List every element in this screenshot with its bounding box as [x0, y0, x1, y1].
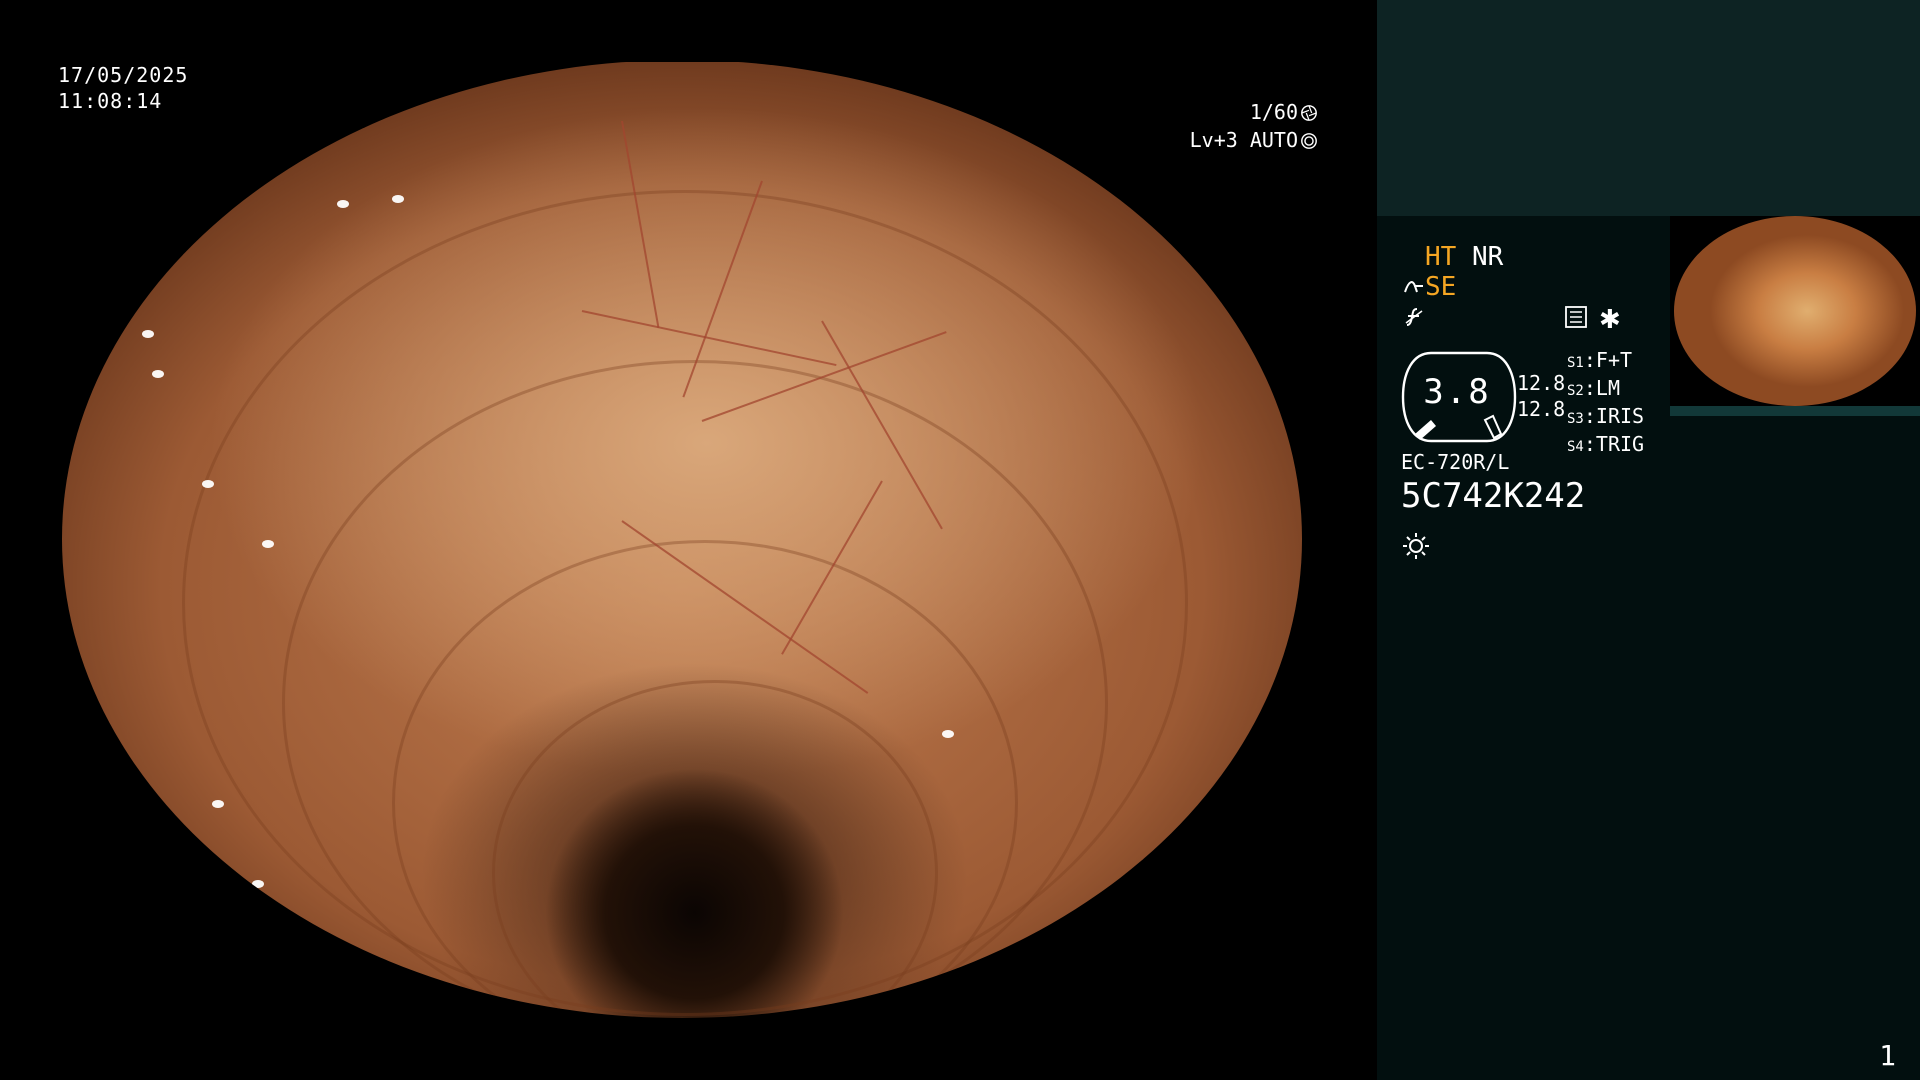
switch-value: IRIS — [1595, 404, 1645, 428]
datetime-overlay: 17/05/2025 11:08:14 — [58, 62, 188, 114]
level-row: Lv+3 AUTO — [1190, 126, 1318, 154]
time-text: 11:08:14 — [58, 89, 163, 113]
light-reflection — [942, 730, 954, 738]
thumbnail-preview[interactable] — [1670, 216, 1920, 416]
light-reflection — [152, 370, 164, 378]
light-reflection — [212, 800, 224, 808]
level-text: Lv+3 AUTO — [1189, 128, 1298, 152]
switch-row: S2:LM — [1567, 376, 1620, 400]
readout-bottom: 12.8 — [1517, 397, 1566, 421]
switch-key: S3 — [1567, 411, 1584, 427]
switch-key: S2 — [1567, 383, 1584, 399]
switch-row: S1:F+T — [1567, 348, 1633, 372]
light-reflection — [142, 330, 154, 338]
page-number: 1 — [1879, 1039, 1896, 1072]
light-reflection — [332, 85, 344, 93]
se-label: SE — [1425, 272, 1457, 302]
status-panel: HT NR SE ✱ 3.8 12.8 12.8 S1:F+T S2:LM S3… — [1377, 0, 1920, 1080]
ht-nr-row: HT NR — [1425, 242, 1503, 272]
ht-label: HT — [1425, 242, 1457, 272]
shutter-text: 1/60 — [1249, 100, 1298, 124]
switch-key: S4 — [1567, 439, 1584, 455]
gauge-marker-icon — [1483, 414, 1503, 440]
switch-value: TRIG — [1595, 432, 1645, 456]
switch-list: S1:F+T S2:LM S3:IRIS S4:TRIG — [1567, 348, 1644, 460]
numeric-readout: 12.8 12.8 — [1517, 370, 1565, 422]
list-box-icon — [1565, 306, 1587, 328]
gauge-needle-icon — [1415, 420, 1436, 440]
target-icon — [1301, 133, 1317, 149]
light-reflection — [262, 540, 274, 548]
readout-top: 12.8 — [1517, 371, 1566, 395]
switch-value: LM — [1595, 376, 1620, 400]
light-reflection — [407, 85, 419, 93]
scope-serial: 5C742K242 — [1401, 476, 1586, 516]
se-row: SE — [1403, 272, 1456, 302]
switch-row: S3:IRIS — [1567, 404, 1645, 428]
scope-curve-icon — [1404, 281, 1423, 293]
date-text: 17/05/2025 — [58, 63, 189, 87]
exposure-overlay: 1/60 Lv+3 AUTO — [1190, 98, 1318, 154]
f-slash-icon — [1403, 306, 1425, 335]
light-reflection — [242, 110, 254, 118]
switch-row: S4:TRIG — [1567, 432, 1645, 456]
zoom-value: 3.8 — [1423, 372, 1491, 412]
light-reflection — [202, 480, 214, 488]
panel-header-area — [1377, 0, 1920, 216]
thumbnail-image — [1674, 216, 1916, 406]
aperture-icon — [1301, 105, 1317, 121]
endoscopic-image — [62, 60, 1302, 1018]
switch-value: F+T — [1595, 348, 1633, 372]
shutter-row: 1/60 — [1190, 98, 1318, 126]
light-reflection — [392, 195, 404, 203]
image-crop-bottom — [0, 1018, 1380, 1080]
asterisk-icon: ✱ — [1599, 304, 1621, 334]
thumbnail-bar — [1670, 406, 1920, 416]
sun-icon — [1403, 533, 1429, 559]
nr-label: NR — [1471, 242, 1504, 272]
light-reflection — [252, 880, 264, 888]
scope-model: EC-720R/L — [1401, 450, 1510, 474]
switch-key: S1 — [1567, 355, 1584, 371]
light-reflection — [337, 200, 349, 208]
image-crop-top — [0, 0, 1380, 62]
